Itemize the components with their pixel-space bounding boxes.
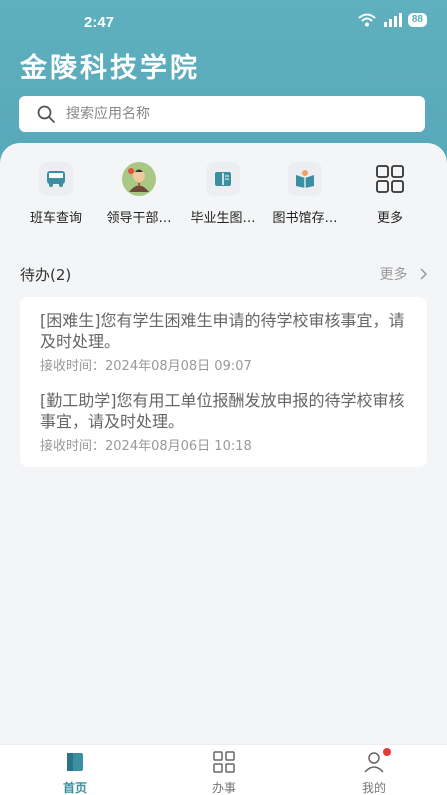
todo-more-label: 更多 xyxy=(379,267,408,283)
quick-apps: 班车查询 领导干部… 毕业生图… 图书馆存… 更多 xyxy=(0,162,447,232)
search-icon xyxy=(37,105,55,123)
grid-icon xyxy=(373,162,407,196)
status-time: 2:47 xyxy=(84,14,115,31)
tab-label: 我的 xyxy=(361,781,386,795)
bottom-tabbar: 首页 办事 我的 xyxy=(0,744,447,795)
grid-icon xyxy=(213,751,235,773)
todo-item-time: 接收时间：2024年08月06日 10:18 xyxy=(40,439,252,454)
app-library-deposit[interactable]: 图书馆存… xyxy=(260,162,350,226)
todo-card: [困难生]您有学生困难生申请的待学校审核事宜，请及时处理。 接收时间：2024年… xyxy=(20,297,427,467)
todo-item[interactable]: [困难生]您有学生困难生申请的待学校审核事宜，请及时处理。 接收时间：2024年… xyxy=(40,310,412,374)
app-label: 毕业生图… xyxy=(190,211,256,226)
app-label: 班车查询 xyxy=(29,211,82,226)
todo-item-text: [勤工助学]您有用工单位报酬发放申报的待学校审核事宜，请及时处理。 xyxy=(40,391,405,431)
signal-icon xyxy=(383,13,402,27)
battery-indicator: 88 xyxy=(407,13,427,27)
app-label: 更多 xyxy=(376,211,403,226)
bus-icon xyxy=(39,162,73,196)
app-graduate-book[interactable]: 毕业生图… xyxy=(178,162,268,226)
book-icon xyxy=(206,162,240,196)
tab-profile[interactable]: 我的 xyxy=(334,748,414,795)
app-bus-query[interactable]: 班车查询 xyxy=(11,162,101,226)
tab-services[interactable]: 办事 xyxy=(184,751,264,795)
chevron-right-icon xyxy=(420,268,428,280)
todo-item[interactable]: [勤工助学]您有用工单位报酬发放申报的待学校审核事宜，请及时处理。 接收时间：2… xyxy=(40,390,412,454)
todo-more-link[interactable]: 更多 xyxy=(380,264,430,284)
app-leader-cadre[interactable]: 领导干部… xyxy=(94,162,184,226)
user-icon xyxy=(363,748,391,773)
todo-title: 待办(2) xyxy=(20,266,72,284)
search-bar[interactable] xyxy=(19,96,425,132)
status-bar: 2:47 88 xyxy=(0,0,447,40)
todo-header: 待办(2) 更多 xyxy=(20,264,430,286)
app-more[interactable]: 更多 xyxy=(345,162,435,226)
app-title: 金陵科技学院 xyxy=(20,53,200,84)
search-input[interactable] xyxy=(66,106,406,122)
tab-home[interactable]: 首页 xyxy=(35,751,115,795)
tab-label: 首页 xyxy=(62,781,87,795)
todo-item-text: [困难生]您有学生困难生申请的待学校审核事宜，请及时处理。 xyxy=(40,311,405,351)
tab-label: 办事 xyxy=(211,781,236,795)
app-label: 图书馆存… xyxy=(272,211,338,226)
app-label: 领导干部… xyxy=(106,211,172,226)
todo-item-time: 接收时间：2024年08月08日 09:07 xyxy=(40,359,252,374)
leader-avatar-icon xyxy=(122,162,156,196)
notification-badge xyxy=(383,748,391,756)
home-icon xyxy=(64,751,86,773)
library-icon xyxy=(288,162,322,196)
status-icons: 88 xyxy=(358,13,427,27)
wifi-icon xyxy=(358,13,376,27)
